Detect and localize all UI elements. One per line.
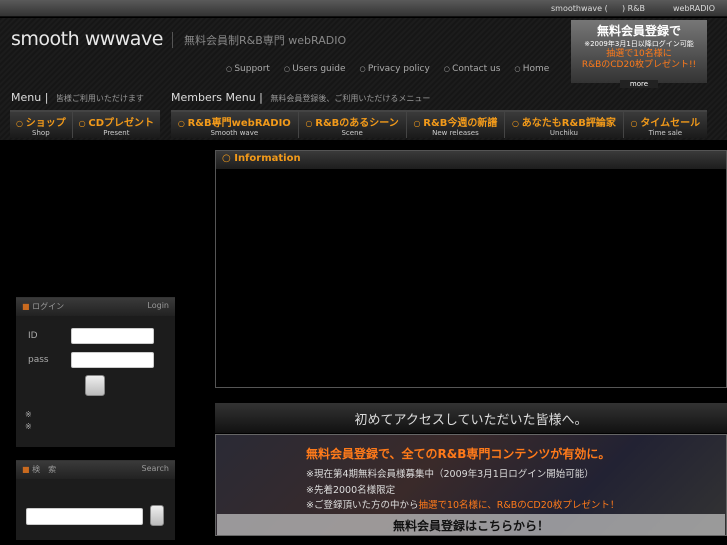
menu-item-new-releases[interactable]: R&B今週の新譜New releases [407,112,506,138]
promo-line1: 抽選で10名様に [606,49,672,59]
label-en: Time sale [648,129,683,137]
welcome-headline: 無料会員登録で、全てのR&B専門コンテンツが有効に。 [306,447,611,461]
label-en: Unchiku [549,129,578,137]
top-radio: webRADIO [673,4,716,13]
information-title: Information [234,153,301,164]
label: R&B今週の新譜 [407,114,505,129]
link-privacy[interactable]: Privacy policy [360,64,430,74]
members-menu-subtitle: 無料会員登録後、ご利用いただけるメニュー [270,94,431,103]
welcome-banner: 無料会員登録で、全てのR&B専門コンテンツが有効に。 ※現在第4期無料会員様募集… [215,434,727,536]
welcome-line1: ※現在第4期無料会員様募集中（2009年3月1日ログイン開始可能） [306,469,594,480]
top-bar: smoothwave ( ) R&B webRADIO [0,0,727,17]
link-users-guide[interactable]: Users guide [284,64,345,74]
id-input[interactable] [71,328,154,344]
menu-item-webradio[interactable]: R&B専門webRADIOSmooth wave [171,112,299,138]
logo[interactable]: smooth wwwave [11,28,163,50]
pass-label: pass [28,355,49,365]
members-menu-heading: Members Menu | 無料会員登録後、ご利用いただけるメニュー [171,91,431,104]
promo-line2: R&BのCD20枚プレゼント!! [581,60,697,70]
label-en: New releases [432,129,479,137]
promo-more-button[interactable]: more [619,80,659,88]
welcome-title: 初めてアクセスしていただいた皆様へ。 [215,403,727,433]
search-box: 検 索 Search [16,460,175,540]
search-button[interactable] [150,505,164,526]
members-menu-title: Members Menu [171,91,256,104]
menu-item-present[interactable]: CDプレゼントPresent [73,112,160,138]
label-en: Shop [32,129,50,137]
welcome-line2: ※先着2000名様限定 [306,485,396,496]
link-support[interactable]: Support [226,64,270,74]
information-panel: ○ Information [215,150,727,388]
login-button[interactable] [85,375,105,396]
search-header: 検 索 Search [16,461,175,479]
search-title: 検 索 [22,464,56,476]
label: タイムセール [624,114,707,129]
menu-title: Menu [11,91,42,104]
top-site: smoothwave ( [551,4,608,13]
menu-heading: Menu | 皆様ご利用いただけます [11,91,144,104]
label: あなたもR&B評論家 [505,114,623,129]
menu-subtitle: 皆様ご利用いただけます [55,94,144,103]
label-en: Smooth wave [210,129,259,137]
login-header: ログイン Login [16,298,175,316]
menu-bar: ショップShop CDプレゼントPresent [10,110,160,138]
link-home[interactable]: Home [514,64,550,74]
login-title: ログイン [22,301,64,313]
label: R&B専門webRADIO [171,114,298,129]
label-en: Scene [341,129,363,137]
line3-highlight: 抽選で10名様に、R&BのCD20枚プレゼント！ [418,500,620,511]
menu-item-scene[interactable]: R&BのあるシーンScene [299,112,407,138]
header-links: Support Users guide Privacy policy Conta… [226,64,549,74]
register-button[interactable]: 無料会員登録はこちらから！ [217,514,725,535]
login-note: ※ [25,410,32,419]
welcome-section: 初めてアクセスしていただいた皆様へ。 無料会員登録で、全てのR&B専門コンテンツ… [215,403,727,536]
login-note: ※ [25,422,32,431]
login-title-en: Login [147,301,169,310]
promo-title: 無料会員登録で [596,24,681,38]
pass-input[interactable] [71,352,154,368]
label: CDプレゼント [73,114,160,129]
information-header: ○ Information [216,151,726,169]
search-input[interactable] [26,508,143,525]
link-contact[interactable]: Contact us [444,64,500,74]
promo-note: ※2009年3月1日以降ログイン可能 [584,40,694,48]
menu-item-unchiku[interactable]: あなたもR&B評論家Unchiku [505,112,624,138]
line3-text: ※ご登録頂いた方の中から [306,500,419,511]
menu-item-time-sale[interactable]: タイムセールTime sale [624,112,707,138]
label: R&Bのあるシーン [299,114,406,129]
id-label: ID [28,331,38,341]
welcome-line3: ※ご登録頂いた方の中から抽選で10名様に、R&BのCD20枚プレゼント！ [306,497,619,511]
top-rb: ) R&B [622,4,645,13]
search-title-en: Search [141,464,169,473]
label-en: Present [103,129,130,137]
login-box: ログイン Login ID pass ※ ※ [16,297,175,447]
tagline: 無料会員制R&B専門 webRADIO [172,32,346,48]
label: ショップ [10,114,72,129]
promo-banner[interactable]: 無料会員登録で ※2009年3月1日以降ログイン可能 抽選で10名様に R&Bの… [571,20,707,88]
members-menu-bar: R&B専門webRADIOSmooth wave R&BのあるシーンScene … [171,110,707,138]
menu-item-shop[interactable]: ショップShop [10,112,73,138]
